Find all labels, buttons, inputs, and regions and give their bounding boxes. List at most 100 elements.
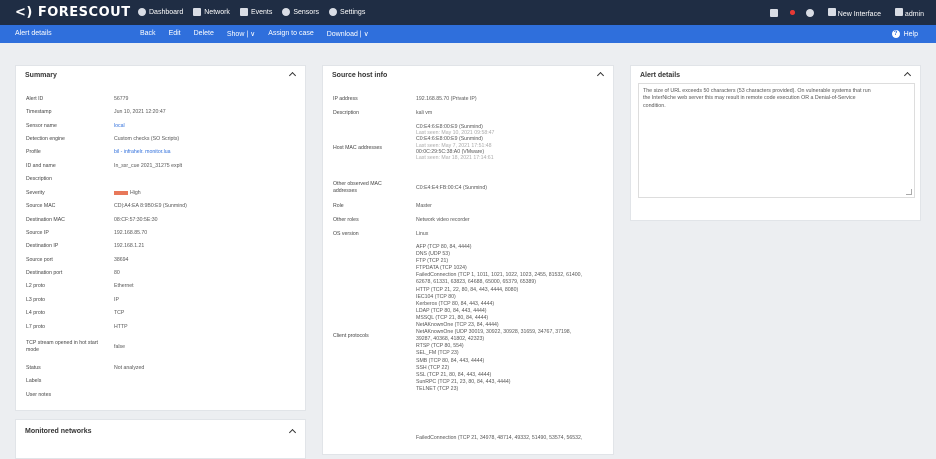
protocol-item: NetAKnownOne (TCP 23, 84, 4444): [416, 322, 499, 329]
alert-details-panel: Alert details The size of URL exceeds 50…: [630, 65, 921, 221]
action-toolbar: Alert details Back Edit Delete Show | ∨ …: [0, 25, 936, 43]
collapse-summary-icon[interactable]: [288, 71, 297, 80]
summary-label: L3 proto: [26, 297, 46, 303]
collapse-monitored-icon[interactable]: [288, 428, 297, 437]
description-value: kali vm: [416, 110, 433, 116]
summary-label: Labels: [26, 378, 42, 384]
top-right-controls: New Interface admin: [769, 8, 924, 18]
summary-label: Timestamp: [26, 109, 52, 115]
summary-value: TCP: [114, 310, 125, 316]
sensors-icon: [282, 8, 291, 16]
help-icon: ?: [891, 30, 900, 38]
collapse-alert-icon[interactable]: [903, 71, 912, 80]
summary-label: Profile: [26, 149, 41, 155]
summary-value: 192.168.1.21: [114, 243, 145, 249]
protocol-item: DNS (UDP 53): [416, 251, 450, 258]
protocol-item: SEL_FM (TCP 23): [416, 350, 459, 357]
collapse-source-icon[interactable]: [596, 71, 605, 80]
protocol-item: IEC104 (TCP 80): [416, 293, 456, 300]
summary-label: L2 proto: [26, 283, 46, 289]
summary-label: Status: [26, 365, 41, 371]
host-mac-label: Host MAC addresses: [333, 145, 383, 151]
summary-label: L7 proto: [26, 324, 46, 330]
bell-icon[interactable]: [805, 9, 814, 17]
other-roles-value: Network video recorder: [416, 217, 470, 223]
protocol-item: NetAKnownOne (UDP 30019, 30922, 30928, 3…: [416, 329, 572, 336]
show-dropdown[interactable]: Show | ∨: [227, 30, 255, 38]
ip-value: 192.168.85.70 (Private IP): [416, 96, 477, 102]
summary-value: CD|:A4:EA 8:9B0:E9 (Sunmind): [114, 203, 187, 209]
nav-sensors[interactable]: Sensors: [282, 8, 319, 16]
summary-title: Summary: [25, 72, 57, 79]
summary-label: User notes: [26, 392, 52, 398]
protocol-item: 39287, 40368, 41802, 42323): [416, 336, 485, 343]
summary-label: Destination IP: [26, 243, 59, 249]
external-link-icon: [827, 8, 836, 16]
resize-grip-icon[interactable]: [906, 189, 912, 195]
summary-label: Source MAC: [26, 203, 56, 209]
protocol-item: FailedConnection (TCP 1, 1011, 1021, 102…: [416, 272, 582, 279]
protocol-item: SSL (TCP 21, 80, 84, 443, 4444): [416, 371, 492, 378]
edit-button[interactable]: Edit: [169, 30, 181, 38]
protocol-item: AFP (TCP 80, 84, 4444): [416, 244, 472, 250]
summary-value: 38694: [114, 257, 129, 263]
summary-value: High: [114, 190, 141, 196]
role-label: Role: [333, 203, 344, 209]
protocol-item: SMB (TCP 80, 84, 443, 4444): [416, 357, 485, 364]
description-label: Description: [333, 110, 359, 116]
monitored-networks-title: Monitored networks: [25, 428, 92, 435]
help-button[interactable]: ? Help: [891, 30, 918, 38]
mac-address: C0:E4:6:E8:00:E9 (Sunmind): [416, 136, 483, 143]
download-dropdown[interactable]: Download | ∨: [327, 30, 369, 38]
failed-connection-value: FailedConnection (TCP 21, 34978, 48714, …: [416, 435, 583, 441]
source-host-panel: Source host info IP address 192.168.85.7…: [322, 65, 614, 455]
alert-text-line: the InterNiche web server this may resul…: [643, 95, 856, 102]
source-host-title: Source host info: [332, 72, 388, 79]
nav-dashboard[interactable]: Dashboard: [138, 8, 183, 16]
monitor-icon[interactable]: [769, 9, 778, 17]
os-label: OS version: [333, 231, 359, 237]
summary-panel: Summary Alert ID 56779 Timestamp Jun 10, 20…: [15, 65, 306, 411]
user-menu[interactable]: admin: [894, 8, 924, 18]
alert-text-line: condition.: [643, 102, 666, 109]
top-navigation-bar: <) FORESCOUT Dashboard Network Events Se…: [0, 0, 936, 25]
forescout-logo[interactable]: <) FORESCOUT: [15, 5, 131, 20]
summary-label: ID and name: [26, 163, 56, 169]
other-roles-label: Other roles: [333, 217, 359, 223]
menu-icon: [894, 8, 903, 16]
ip-label: IP address: [333, 96, 358, 102]
summary-value: IP: [114, 297, 119, 303]
protocol-item: 62678, 61331, 63823, 64688, 65000, 65379…: [416, 279, 536, 286]
protocol-item: HTTP (TCP 21, 22, 80, 84, 443, 4444, 808…: [416, 286, 519, 293]
host-mac-list: C0:E4:6:E8:00:E9 (Sunmind) Last seen: Ma…: [416, 124, 494, 161]
protocol-item: RTSP (TCP 80, 554): [416, 343, 464, 350]
new-interface-link[interactable]: New Interface: [827, 8, 881, 18]
summary-value: 08:CF:57:30:5E:30: [114, 217, 158, 223]
alert-description-textarea[interactable]: The size of URL exceeds 50 characters (5…: [638, 83, 915, 198]
severity-text: High: [130, 190, 141, 196]
os-value: Linux: [416, 231, 429, 237]
severity-bar: [114, 190, 128, 195]
nav-settings[interactable]: Settings: [329, 8, 365, 16]
main-nav: Dashboard Network Events Sensors Setting…: [138, 8, 365, 16]
summary-value: Custom checks (SO Scripts): [114, 136, 180, 142]
delete-button[interactable]: Delete: [194, 30, 214, 38]
nav-network[interactable]: Network: [193, 8, 230, 16]
nav-events[interactable]: Events: [239, 8, 272, 16]
summary-value: Jun 10, 2021 12:20:47: [114, 109, 166, 115]
assign-to-case-button[interactable]: Assign to case: [268, 30, 314, 38]
events-icon: [239, 8, 248, 16]
role-value: Master: [416, 203, 432, 209]
summary-label: Source port: [26, 257, 53, 263]
protocol-item: MSSQL (TCP 21, 80, 84, 4444): [416, 314, 489, 321]
summary-value: HTTP: [114, 324, 128, 330]
summary-value[interactable]: bil - infrahelr. monitor.lua: [114, 149, 171, 155]
protocol-item: TELNET (TCP 23): [416, 385, 459, 392]
dashboard-icon: [138, 8, 146, 16]
summary-label: Source IP: [26, 230, 49, 236]
back-button[interactable]: Back: [140, 30, 156, 38]
protocol-item: FTPDATA (TCP 1024): [416, 265, 467, 272]
summary-value[interactable]: local: [114, 123, 125, 129]
summary-label: Sensor name: [26, 123, 57, 129]
protocol-item: SSH (TCP 22): [416, 364, 450, 371]
